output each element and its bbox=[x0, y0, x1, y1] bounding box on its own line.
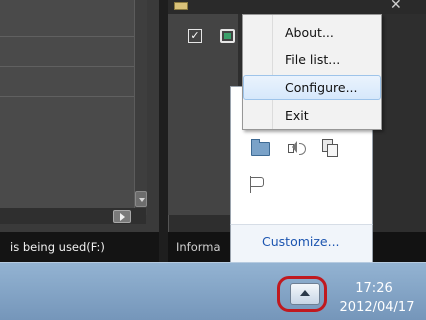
left-window-content bbox=[0, 0, 146, 215]
network-icon[interactable] bbox=[322, 139, 338, 157]
clock-time[interactable]: 17:26 bbox=[344, 281, 404, 296]
folder-thumbnail-icon bbox=[174, 2, 188, 10]
left-status-text: is being used(F:) bbox=[0, 232, 159, 262]
row-divider bbox=[0, 66, 146, 67]
menu-item-configure[interactable]: Configure... bbox=[243, 75, 381, 100]
row-divider bbox=[0, 96, 146, 97]
row-divider bbox=[0, 36, 146, 37]
folder-icon[interactable] bbox=[251, 139, 270, 156]
menu-item-file-list[interactable]: File list... bbox=[243, 47, 381, 72]
scroll-right-button[interactable] bbox=[113, 210, 131, 223]
scroll-down-button[interactable] bbox=[135, 191, 147, 207]
checkbox[interactable]: ✓ bbox=[188, 29, 202, 43]
speaker-icon[interactable] bbox=[288, 140, 306, 156]
clock-date[interactable]: 2012/04/17 bbox=[337, 300, 417, 315]
menu-item-exit[interactable]: Exit bbox=[243, 103, 381, 128]
vertical-scrollbar[interactable] bbox=[134, 0, 147, 215]
app-tray-icon[interactable] bbox=[220, 29, 235, 43]
menu-item-about[interactable]: About... bbox=[243, 20, 381, 45]
close-icon[interactable]: ✕ bbox=[390, 0, 410, 12]
customize-link[interactable]: Customize... bbox=[262, 234, 340, 249]
flag-icon[interactable] bbox=[249, 176, 265, 194]
highlight-annotation bbox=[277, 276, 327, 312]
right-window-titlebar bbox=[168, 0, 426, 14]
